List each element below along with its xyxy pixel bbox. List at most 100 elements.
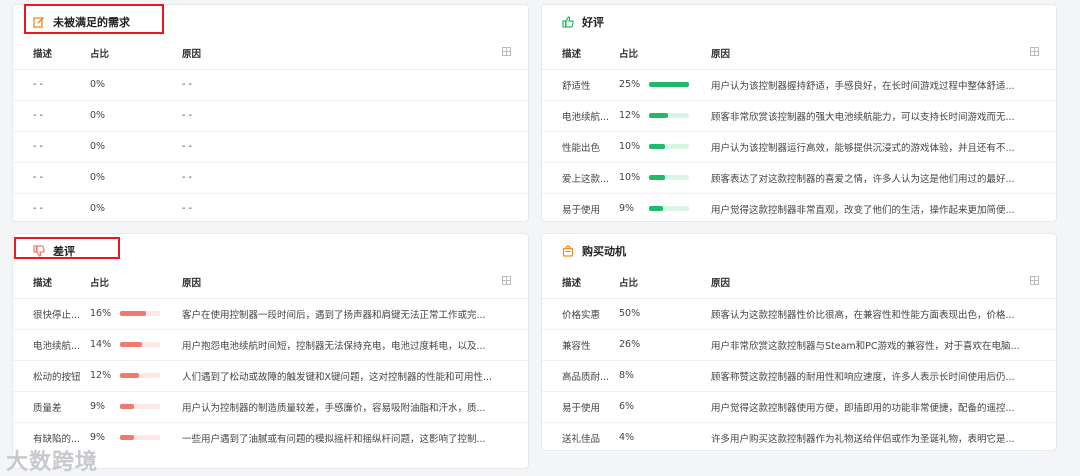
table-row: 易于使用 6% 用户觉得这款控制器使用方便，即插即用的功能非常便捷，配备的遥控...	[542, 391, 1056, 423]
table-row: 电池续航... 14% 用户抱怨电池续航时间短，控制器无法保持充电，电池过度耗电，以…	[13, 329, 528, 361]
row-reason: 用户觉得这款控制器非常直观，改变了他们的生活，操作起来更加简便...	[711, 193, 1056, 221]
watermark: 大数跨境	[6, 450, 99, 475]
row-desc: 质量差	[13, 391, 90, 423]
share-bar-fill	[649, 206, 663, 212]
share-bar-fill	[649, 144, 665, 149]
row-reason: 许多用户购买这款控制器作为礼物送给伴侣或作为圣诞礼物，表明它是...	[711, 422, 1056, 450]
table-row: 性能出色 10% 用户认为该控制器运行高效，能够提供沉浸式的游戏体验，并且还有不..…	[542, 131, 1056, 163]
row-reason-text: 用户觉得这款控制器使用方便，即插即用的功能非常便捷，配备的遥控...	[711, 402, 1015, 414]
share-bar-fill	[120, 373, 139, 378]
table-row: 送礼佳品 4% 许多用户购买这款控制器作为礼物送给伴侣或作为圣诞礼物，表明它是...	[542, 422, 1056, 450]
column-header-reason: 原因	[711, 38, 1030, 70]
good-reviews-header: 好评	[542, 5, 1056, 38]
row-desc: 很快停止...	[13, 298, 90, 330]
column-header-desc: 描述	[542, 38, 619, 70]
good-reviews-card: 好评 描述 占比 原因 舒适性 25% 用户认为该控制器握持舒适，手感良好，在长时间…	[541, 4, 1057, 222]
row-share: 10%	[619, 131, 711, 163]
row-desc: 送礼佳品	[562, 433, 601, 445]
share-bar	[649, 206, 689, 212]
row-share: 12%	[619, 100, 711, 132]
row-desc: 兼容性	[542, 329, 619, 361]
row-reason: 客户在使用控制器一段时间后，遇到了扬声器和肩键无法正常工作或完...	[182, 298, 528, 330]
row-desc: 价格实惠	[542, 298, 619, 330]
row-share: 0%	[90, 203, 106, 215]
row-desc: - -	[13, 69, 90, 101]
row-desc: 舒适性	[542, 69, 619, 101]
share-bar	[649, 144, 689, 149]
purchase-motive-title: 购买动机	[582, 244, 626, 258]
row-reason-text: 许多用户购买这款控制器作为礼物送给伴侣或作为圣诞礼物，表明它是...	[711, 433, 1015, 445]
table-row: 兼容性 26% 用户非常欣赏这款控制器与Steam和PC游戏的兼容性，对于喜欢在电脑…	[542, 329, 1056, 361]
table-header-row: 描述 占比 原因	[13, 267, 528, 299]
row-desc: - -	[13, 100, 90, 132]
row-reason-text: 用户觉得这款控制器非常直观，改变了他们的生活，操作起来更加简便...	[711, 204, 1015, 216]
unmet-needs-card: 未被满足的需求 描述 占比 原因 - -0% - - - -0% - - - -0%…	[12, 4, 529, 222]
column-settings-button[interactable]	[502, 267, 528, 299]
row-share: 25%	[619, 69, 711, 101]
row-desc: 性能出色	[542, 131, 619, 163]
share-bar-fill	[649, 113, 668, 118]
row-share-value: 12%	[619, 110, 641, 121]
row-reason: 用户认为控制器的制造质量较差，手感廉价，容易吸附油脂和汗水，质...	[182, 391, 528, 423]
share-bar-fill	[649, 175, 665, 180]
column-header-reason: 原因	[182, 38, 502, 70]
thumbs-up-icon	[562, 15, 574, 28]
highlight-box-bad	[14, 237, 120, 259]
row-share: 9%	[90, 391, 182, 423]
row-reason: 顾客认为这款控制器性价比很高，在兼容性和性能方面表现出色，价格...	[711, 298, 1056, 330]
column-settings-button[interactable]	[1030, 38, 1056, 70]
column-header-reason: 原因	[182, 267, 502, 299]
row-reason: - -	[182, 203, 192, 215]
row-share: 50%	[619, 298, 711, 330]
row-share: 0%	[90, 162, 182, 194]
row-reason-text: 顾客表达了对这款控制器的喜爱之情，许多人认为这是他们用过的最好...	[711, 173, 1015, 185]
row-reason: 顾客非常欣赏该控制器的强大电池续航能力，可以支持长时间游戏而无...	[711, 100, 1056, 132]
column-settings-button[interactable]	[1030, 267, 1056, 299]
column-header-desc: 描述	[542, 267, 619, 299]
highlight-box-unmet	[24, 4, 164, 34]
share-bar-fill	[120, 342, 142, 347]
share-bar	[649, 175, 689, 180]
share-bar	[120, 373, 160, 378]
row-reason: - -	[182, 131, 528, 163]
row-reason-text: 一些用户遇到了油腻或有问题的模拟摇杆和摇纵杆问题，这影响了控制...	[182, 433, 486, 445]
column-header-desc: 描述	[13, 267, 90, 299]
unmet-needs-table: 描述 占比 原因 - -0% - - - -0% - - - -0% - - - -0…	[13, 38, 528, 221]
share-bar	[120, 311, 160, 316]
share-bar-fill	[120, 404, 134, 409]
row-share: 6%	[619, 391, 711, 423]
share-bar-fill	[120, 311, 146, 316]
table-row: 质量差 9% 用户认为控制器的制造质量较差，手感廉价，容易吸附油脂和汗水，质...	[13, 391, 528, 423]
row-share-value: 9%	[90, 401, 106, 412]
column-header-share: 占比	[619, 267, 711, 299]
row-reason-text: 用户认为该控制器运行高效，能够提供沉浸式的游戏体验，并且还有不...	[711, 142, 1015, 154]
table-row: - -0% - -	[13, 69, 528, 101]
share-bar-fill	[649, 82, 689, 87]
row-share-value: 12%	[90, 370, 112, 381]
row-share: 16%	[90, 298, 182, 330]
table-row: 易于使用 9% 用户觉得这款控制器非常直观，改变了他们的生活，操作起来更加简便...	[542, 193, 1056, 221]
row-share: 0%	[90, 131, 182, 163]
row-reason-text: 顾客认为这款控制器性价比很高，在兼容性和性能方面表现出色，价格...	[711, 309, 1015, 321]
row-reason-text: 用户认为控制器的制造质量较差，手感廉价，容易吸附油脂和汗水，质...	[182, 402, 486, 414]
good-reviews-title: 好评	[582, 15, 604, 29]
table-row: 价格实惠 50% 顾客认为这款控制器性价比很高，在兼容性和性能方面表现出色，价格..…	[542, 298, 1056, 330]
grid-icon	[1030, 47, 1039, 57]
row-share: 14%	[90, 329, 182, 361]
row-share: 8%	[619, 360, 711, 392]
row-desc: - -	[33, 203, 43, 215]
table-row: 松动的按钮 12% 人们遇到了松动或故障的触发键和X键问题，这对控制器的性能和可用性…	[13, 360, 528, 392]
row-reason-text: 顾客非常欣赏该控制器的强大电池续航能力，可以支持长时间游戏而无...	[711, 111, 1015, 123]
table-row: 高品质耐... 8% 顾客称赞这款控制器的耐用性和响应速度，许多人表示长时间使用后仍…	[542, 360, 1056, 392]
row-reason: 用户非常欣赏这款控制器与Steam和PC游戏的兼容性，对于喜欢在电脑...	[711, 329, 1056, 361]
table-row: 爱上这款... 10% 顾客表达了对这款控制器的喜爱之情，许多人认为这是他们用过的最…	[542, 162, 1056, 194]
row-reason: 用户认为该控制器握持舒适，手感良好，在长时间游戏过程中整体舒适...	[711, 69, 1056, 101]
good-reviews-table: 描述 占比 原因 舒适性 25% 用户认为该控制器握持舒适，手感良好，在长时间游戏过…	[542, 38, 1056, 221]
row-reason: 一些用户遇到了油腻或有问题的模拟摇杆和摇纵杆问题，这影响了控制...	[182, 422, 528, 453]
table-header-row: 描述 占比 原因	[542, 267, 1056, 299]
column-settings-button[interactable]	[502, 38, 528, 70]
row-share-value: 9%	[90, 432, 106, 444]
row-share: 9%	[90, 422, 182, 453]
row-reason-text: 客户在使用控制器一段时间后，遇到了扬声器和肩键无法正常工作或完...	[182, 309, 486, 321]
row-reason-text: 用户非常欣赏这款控制器与Steam和PC游戏的兼容性，对于喜欢在电脑...	[711, 340, 1020, 352]
